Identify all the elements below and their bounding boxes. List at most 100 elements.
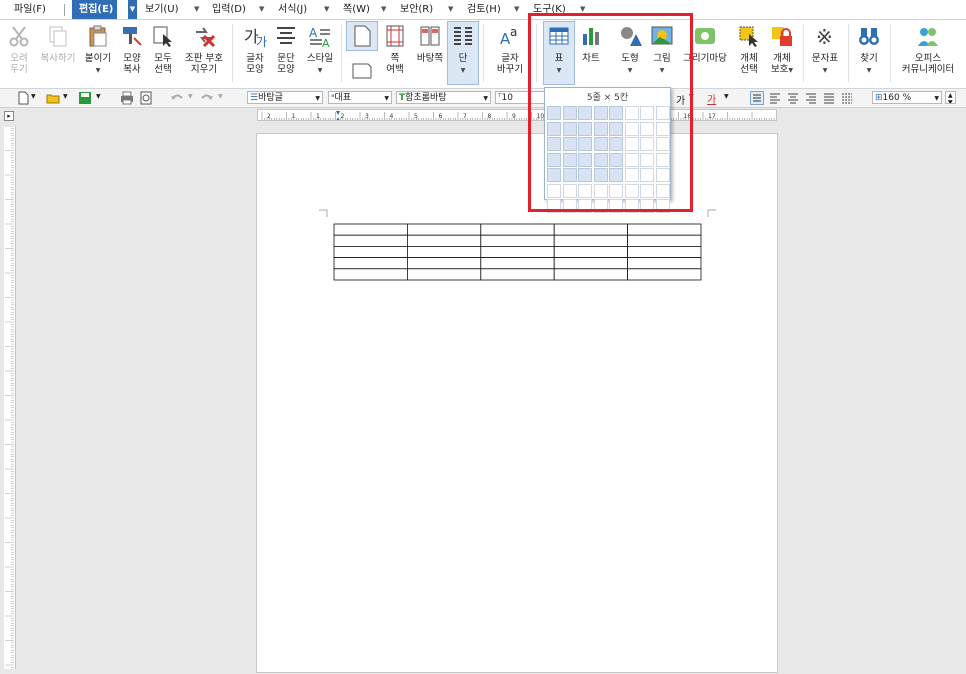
vertical-ruler[interactable] (4, 126, 16, 669)
zoom-combo[interactable]: ⊞160 % ▼ (872, 91, 942, 104)
align-right-icon[interactable] (804, 91, 818, 105)
language-combo[interactable]: ᵃ대표 ▼ (328, 91, 392, 104)
menu-view[interactable]: 보기(U) (145, 0, 179, 19)
divide-icon[interactable] (840, 91, 854, 105)
ribbon-divider (890, 24, 891, 82)
menu-review[interactable]: 검토(H) (467, 0, 501, 19)
copy-icon (49, 26, 67, 47)
align-center-icon[interactable] (786, 91, 800, 105)
menu-insert-dropdown-icon[interactable]: ▼ (259, 0, 264, 19)
para-shape-button[interactable]: 문단 모양 (271, 22, 301, 84)
table-cell[interactable] (627, 234, 702, 247)
menu-page-dropdown-icon[interactable]: ▼ (381, 0, 386, 19)
char-shape-label: 글자 모양 (246, 53, 264, 75)
zoom-spinner[interactable]: ▲ ▼ (945, 91, 956, 104)
table-cell[interactable] (333, 223, 408, 236)
table-cell[interactable] (406, 268, 482, 281)
document-table[interactable] (333, 223, 702, 281)
undo-icon[interactable] (170, 91, 184, 105)
undo-dropdown-icon[interactable]: ▼ (188, 93, 193, 100)
table-cell[interactable] (333, 246, 408, 259)
clear-format-button[interactable]: 조판 부호 지우기 (180, 22, 228, 84)
document-page[interactable] (256, 133, 778, 673)
find-button[interactable]: 찾기 ▼ (854, 22, 884, 84)
protect-object-button[interactable]: 개체 보호▼ (767, 22, 797, 84)
indent-marker-icon[interactable] (336, 111, 340, 121)
table-cell[interactable] (627, 246, 702, 259)
align-justify-icon[interactable] (750, 91, 764, 105)
table-cell[interactable] (480, 223, 555, 236)
distribute-icon[interactable] (822, 91, 836, 105)
menu-format[interactable]: 서식(J) (278, 0, 307, 19)
menu-security[interactable]: 보안(R) (400, 0, 433, 19)
ruler-label: 3 (365, 113, 369, 120)
table-cell[interactable] (480, 246, 555, 259)
menu-file[interactable]: 파일(F) (14, 0, 46, 19)
menu-format-dropdown-icon[interactable]: ▼ (324, 0, 329, 19)
table-cell[interactable] (627, 223, 702, 236)
menu-edit[interactable]: 편집(E) (72, 0, 118, 19)
office-community-button[interactable]: 오피스 커뮤니케이터 (896, 22, 960, 84)
background-page-button[interactable]: 바탕쪽 (414, 22, 446, 84)
table-cell[interactable] (480, 268, 555, 281)
svg-text:a: a (510, 25, 517, 39)
cut-button[interactable]: 오려 두기 (2, 22, 36, 84)
symbol-button[interactable]: ※ 문자표 ▼ (808, 22, 842, 84)
page-margin-button[interactable]: 쪽 여백 (380, 22, 410, 84)
horizontal-ruler[interactable]: 211234567891011121314151617 (257, 109, 777, 121)
char-shape-button[interactable]: 가가 글자 모양 (240, 22, 270, 84)
table-cell[interactable] (480, 234, 555, 247)
menu-page[interactable]: 쪽(W) (343, 0, 370, 19)
ruler-label: 4 (390, 113, 394, 120)
font-combo[interactable]: T함초롬바탕 ▼ (396, 91, 491, 104)
style-combo[interactable]: ☰바탕글 ▼ (247, 91, 323, 104)
menu-security-dropdown-icon[interactable]: ▼ (448, 0, 453, 19)
open-folder-icon[interactable] (46, 91, 60, 105)
font-color-dropdown-icon[interactable]: ▼ (724, 93, 729, 100)
table-cell[interactable] (480, 257, 555, 270)
table-cell[interactable] (406, 234, 482, 247)
ruler-corner-icon[interactable]: ▸ (4, 111, 14, 121)
table-cell[interactable] (627, 257, 702, 270)
column-button[interactable]: 단 ▼ (447, 21, 479, 85)
table-cell[interactable] (406, 246, 482, 259)
new-doc-icon[interactable] (16, 91, 30, 105)
new-doc-dropdown-icon[interactable]: ▼ (31, 93, 36, 100)
table-cell[interactable] (333, 257, 408, 270)
page-layout-button[interactable] (346, 21, 378, 51)
table-cell[interactable] (406, 257, 482, 270)
menu-insert[interactable]: 입력(D) (212, 0, 246, 19)
menu-edit-dropdown-icon[interactable]: ▼ (128, 0, 137, 19)
redo-icon[interactable] (200, 91, 214, 105)
redo-dropdown-icon[interactable]: ▼ (218, 93, 223, 100)
margin-corner-mark (319, 209, 328, 217)
menu-review-dropdown-icon[interactable]: ▼ (514, 0, 519, 19)
select-all-button[interactable]: 모두 선택 (148, 22, 178, 84)
page-landscape-button[interactable] (347, 56, 377, 84)
menu-view-dropdown-icon[interactable]: ▼ (194, 0, 199, 19)
zoom-icon: ⊞ (875, 93, 883, 103)
table-cell[interactable] (553, 246, 629, 259)
table-cell[interactable] (406, 223, 482, 236)
save-dropdown-icon[interactable]: ▼ (96, 93, 101, 100)
table-cell[interactable] (553, 268, 629, 281)
paste-button[interactable]: 붙이기 ▼ (81, 22, 115, 84)
table-cell[interactable] (553, 257, 629, 270)
copy-button[interactable]: 복사하기 (37, 22, 79, 84)
table-cell[interactable] (553, 234, 629, 247)
format-copy-button[interactable]: 모양 복사 (117, 22, 147, 84)
print-preview-icon[interactable] (139, 91, 153, 105)
select-all-label: 모두 선택 (154, 53, 172, 75)
replace-button[interactable]: Aa 글자 바꾸기 (491, 22, 529, 84)
align-left-icon[interactable] (768, 91, 782, 105)
select-object-button[interactable]: 개체 선택 (734, 22, 764, 84)
table-cell[interactable] (333, 268, 408, 281)
table-cell[interactable] (627, 268, 702, 281)
table-cell[interactable] (333, 234, 408, 247)
save-icon[interactable] (78, 91, 92, 105)
font-color-icon[interactable]: 가 (707, 91, 716, 106)
open-dropdown-icon[interactable]: ▼ (63, 93, 68, 100)
style-button[interactable]: AA 스타일 ▼ (303, 22, 337, 84)
table-cell[interactable] (553, 223, 629, 236)
print-icon[interactable] (120, 91, 134, 105)
